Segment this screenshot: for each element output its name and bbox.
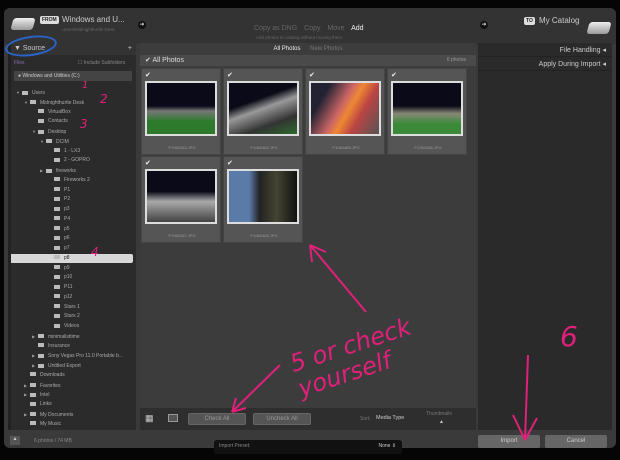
- annotation-arrows: [231, 244, 538, 441]
- annotation-arrow-up: [309, 244, 367, 313]
- annotation-arrow-check-all: [231, 364, 281, 413]
- annotation-arrow-import: [512, 354, 538, 441]
